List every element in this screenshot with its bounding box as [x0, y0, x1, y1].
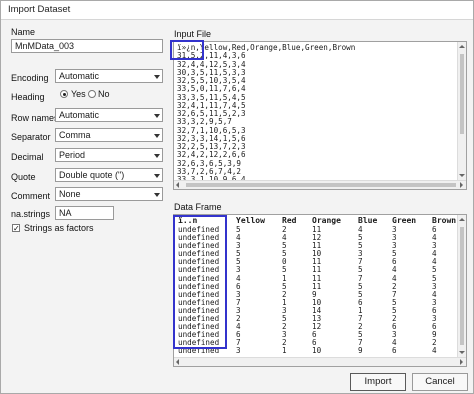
table-row: undefined 3 1 10 9 6 4	[176, 347, 466, 355]
table-row: undefined 5 0 11 7 6 4	[176, 258, 466, 266]
rownames-select[interactable]: Automatic	[55, 108, 163, 122]
table-cell: 10	[312, 346, 322, 356]
rownames-value: Automatic	[59, 110, 100, 120]
window-title: Import Dataset	[8, 4, 71, 15]
scroll-right-icon[interactable]	[460, 182, 463, 188]
table-cell: undefined	[178, 346, 220, 356]
name-input[interactable]: MnMData_003	[11, 39, 163, 53]
comment-label: Comment	[11, 191, 51, 201]
table-row: undefined 6 5 11 5 2 3	[176, 281, 466, 291]
scroll-up-icon[interactable]	[459, 45, 465, 48]
table-cell: 6	[392, 346, 397, 356]
vertical-scrollbar[interactable]	[457, 42, 466, 182]
decimal-value: Period	[59, 150, 86, 160]
heading-no-label: No	[98, 89, 110, 99]
table-row: undefined 7 2 6 7 4 2	[176, 339, 466, 347]
table-row: undefined 3 5 11 5 4 5	[176, 266, 466, 274]
separator-select[interactable]: Comma	[55, 128, 163, 142]
table-row: undefined 3 5 11 5 3 3	[176, 242, 466, 250]
table-cell: 3	[236, 305, 241, 315]
heading-yes-label: Yes	[71, 89, 86, 99]
name-label: Name	[11, 27, 36, 37]
table-cell: 6	[236, 281, 241, 291]
comment-value: None	[59, 189, 81, 199]
table-row: undefined 7 1 10 6 5 3	[176, 297, 466, 307]
chevron-down-icon	[154, 193, 160, 197]
quote-label: Quote	[11, 172, 36, 182]
table-row: undefined 5 2 11 4 3 6	[176, 225, 466, 234]
table-cell: 3	[236, 346, 241, 356]
data-frame-label: Data Frame	[174, 202, 222, 212]
table-cell: 4	[236, 233, 241, 243]
import-button[interactable]: Import	[350, 373, 406, 391]
scroll-down-icon[interactable]	[459, 174, 465, 177]
input-file-panel[interactable]: ï»¿n,Yellow,Red,Orange,Blue,Green,Brown 3…	[173, 41, 467, 190]
input-file-label: Input File	[174, 29, 212, 39]
scroll-right-icon[interactable]	[460, 359, 463, 365]
quote-select[interactable]: Double quote (")	[55, 168, 163, 182]
encoding-select[interactable]: Automatic	[55, 69, 163, 83]
scroll-down-icon[interactable]	[459, 351, 465, 354]
title-bar: Import Dataset	[1, 1, 473, 20]
horizontal-scrollbar[interactable]	[174, 357, 466, 366]
cancel-button[interactable]: Cancel	[412, 373, 468, 391]
table-row: undefined 4 1 11 7 4 5	[176, 274, 466, 283]
table-body: undefined 5 2 11 4 3 6 undefined 4 4 12 5 3 4 undefine…	[176, 225, 466, 356]
strings-as-factors-checkbox[interactable]: ✓	[12, 224, 20, 233]
vertical-scrollbar[interactable]	[457, 215, 466, 359]
heading-yes-radio[interactable]	[60, 90, 68, 98]
encoding-value: Automatic	[59, 71, 100, 81]
scroll-left-icon[interactable]	[176, 359, 179, 365]
scroll-thumb-horizontal[interactable]	[186, 183, 456, 187]
table-row: undefined 3 3 14 1 5 6	[176, 305, 466, 315]
import-dataset-dialog: Import Dataset Name MnMData_003 Encoding…	[0, 0, 474, 394]
table-cell: 7	[236, 297, 241, 307]
data-frame-table: ï..n Yellow Red Orange Blue Green Brown undefi…	[176, 215, 466, 356]
scroll-left-icon[interactable]	[176, 182, 179, 188]
chevron-down-icon	[154, 75, 160, 79]
table-cell: 5	[236, 249, 241, 259]
quote-value: Double quote (")	[59, 170, 125, 180]
table-cell: 1	[282, 346, 287, 356]
strings-as-factors-label: Strings as factors	[24, 223, 94, 233]
scroll-up-icon[interactable]	[459, 218, 465, 221]
chevron-down-icon	[154, 174, 160, 178]
table-cell: 6	[236, 330, 241, 340]
chevron-down-icon	[154, 154, 160, 158]
heading-label: Heading	[11, 92, 45, 102]
decimal-label: Decimal	[11, 152, 44, 162]
separator-value: Comma	[59, 130, 91, 140]
heading-no-radio[interactable]	[88, 90, 96, 98]
table-row: undefined 5 5 10 3 5 4	[176, 250, 466, 258]
nastrings-label: na.strings	[11, 209, 51, 219]
table-row: undefined 2 5 13 7 2 3	[176, 314, 466, 323]
column-header[interactable]: Yellow	[234, 215, 280, 226]
table-cell: 9	[358, 346, 363, 356]
table-row: undefined 4 2 12 2 6 6	[176, 323, 466, 331]
nastrings-input[interactable]: NA	[55, 206, 114, 220]
table-row: undefined 3 2 9 5 7 4	[176, 289, 466, 299]
table-row: undefined 4 4 12 5 3 4	[176, 233, 466, 243]
scroll-thumb[interactable]	[460, 227, 464, 345]
data-frame-panel[interactable]: ï..n Yellow Red Orange Blue Green Brown undefi…	[173, 214, 467, 367]
table-cell: 5	[236, 257, 241, 267]
encoding-label: Encoding	[11, 73, 49, 83]
horizontal-scrollbar[interactable]	[174, 180, 466, 189]
table-cell: 7	[236, 338, 241, 348]
chevron-down-icon	[154, 134, 160, 138]
decimal-select[interactable]: Period	[55, 148, 163, 162]
table-cell: 3	[236, 289, 241, 299]
table-cell: 3	[236, 241, 241, 251]
table-header-row: ï..n Yellow Red Orange Blue Green Brown	[176, 215, 466, 226]
separator-label: Separator	[11, 132, 51, 142]
rownames-label: Row names	[11, 113, 59, 123]
input-file-text: ï»¿n,Yellow,Red,Orange,Blue,Green,Brown 3…	[177, 43, 355, 184]
scroll-thumb[interactable]	[460, 54, 464, 134]
table-row: undefined 6 3 6 5 3 9	[176, 331, 466, 339]
chevron-down-icon	[154, 114, 160, 118]
comment-select[interactable]: None	[55, 187, 163, 201]
